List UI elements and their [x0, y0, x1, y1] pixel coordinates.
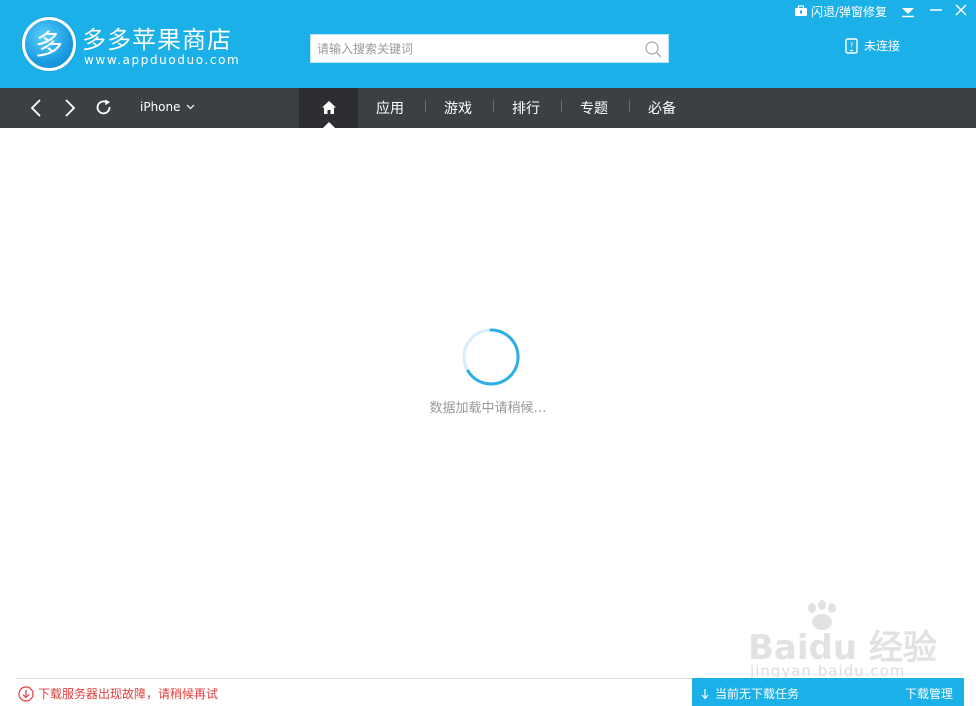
- download-error-message: 下载服务器出现故障，请稍候再试: [18, 685, 218, 702]
- device-selector[interactable]: iPhone: [140, 100, 195, 114]
- device-status-label: 未连接: [864, 39, 901, 53]
- app-url: www.appduoduo.com: [84, 53, 241, 67]
- repair-label: 闪退/弹窗修复: [811, 4, 888, 19]
- tab-divider: [629, 100, 630, 112]
- download-status: 当前无下载任务: [701, 685, 799, 702]
- download-manager-button[interactable]: 下载管理: [905, 685, 953, 702]
- download-panel[interactable]: 当前无下载任务 下载管理: [692, 678, 964, 706]
- search-input[interactable]: [311, 35, 641, 62]
- back-icon[interactable]: [27, 98, 47, 118]
- tab-home[interactable]: [299, 88, 358, 128]
- phone-icon: ?: [845, 37, 858, 54]
- tab-ranking[interactable]: 排行: [512, 88, 540, 128]
- home-icon: [322, 101, 336, 114]
- minimize-icon[interactable]: [928, 3, 944, 17]
- search-box: [310, 34, 669, 63]
- close-icon[interactable]: [953, 2, 969, 18]
- arrow-down-icon: [701, 688, 709, 699]
- toolbox-icon: [795, 5, 807, 16]
- nav-bar: iPhone 应用 游戏 排行 专题 必备: [0, 88, 976, 128]
- window-menu-icon[interactable]: [900, 4, 916, 18]
- svg-text:?: ?: [850, 41, 854, 49]
- refresh-icon[interactable]: [94, 98, 114, 118]
- tab-divider: [561, 100, 562, 112]
- chevron-down-icon: [186, 104, 194, 110]
- tab-games[interactable]: 游戏: [444, 88, 472, 128]
- device-connection-status[interactable]: ? 未连接: [845, 37, 900, 54]
- search-icon[interactable]: [644, 40, 662, 58]
- app-logo: 多: [22, 17, 76, 71]
- logo-glyph-icon: 多: [35, 28, 63, 61]
- forward-icon[interactable]: [59, 98, 79, 118]
- tab-essentials[interactable]: 必备: [648, 88, 676, 128]
- download-status-text: 当前无下载任务: [715, 687, 800, 701]
- svg-text:多: 多: [35, 28, 63, 61]
- tab-divider: [493, 100, 494, 112]
- download-error-text: 下载服务器出现故障，请稍候再试: [38, 687, 219, 701]
- device-selector-label: iPhone: [140, 100, 181, 114]
- top-header: 多 多多苹果商店 www.appduoduo.com 闪退/弹窗修复 ?: [0, 0, 976, 88]
- loading-text: 数据加载中请稍候…: [429, 401, 547, 416]
- tab-apps[interactable]: 应用: [376, 88, 404, 128]
- app-title: 多多苹果商店: [82, 26, 232, 54]
- tab-topics[interactable]: 专题: [580, 88, 608, 128]
- baidu-jingyan-watermark: Baidu 经验 jingyan.baidu.com: [748, 600, 937, 680]
- main-content: 数据加载中请稍候…: [0, 128, 976, 678]
- download-error-icon: [18, 685, 34, 702]
- loading-spinner-icon: [462, 328, 520, 386]
- repair-button[interactable]: 闪退/弹窗修复: [794, 2, 887, 20]
- tab-divider: [425, 100, 426, 112]
